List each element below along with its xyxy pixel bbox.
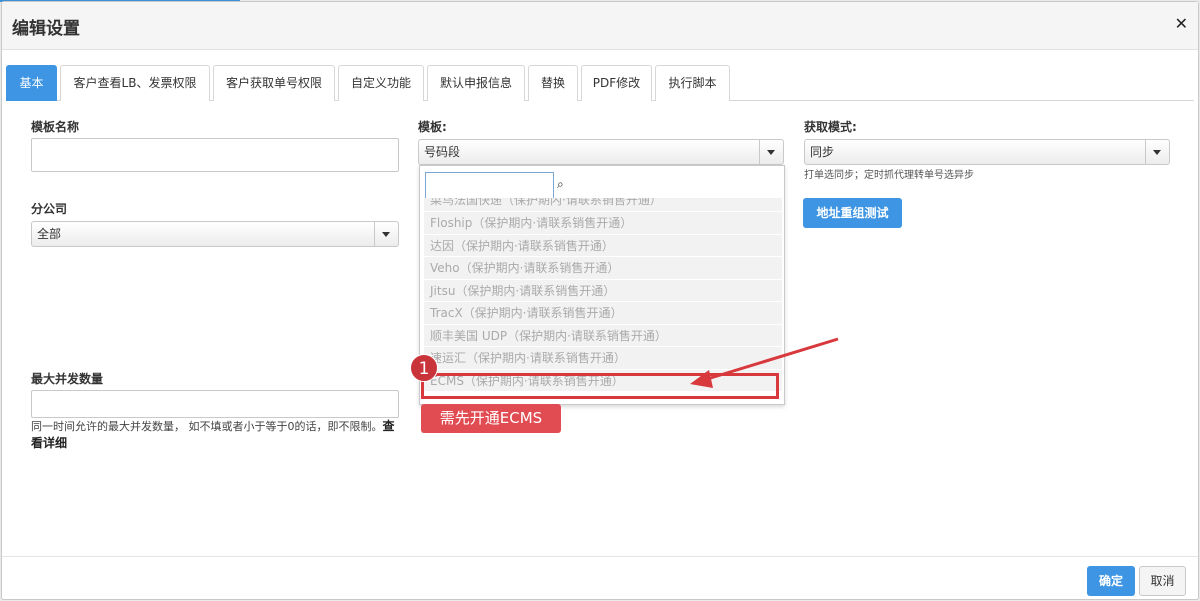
- step-number-badge: 1: [410, 354, 438, 382]
- annotation-arrow-icon: [690, 337, 839, 388]
- annotation-tip-label: 需先开通ECMS: [421, 404, 561, 433]
